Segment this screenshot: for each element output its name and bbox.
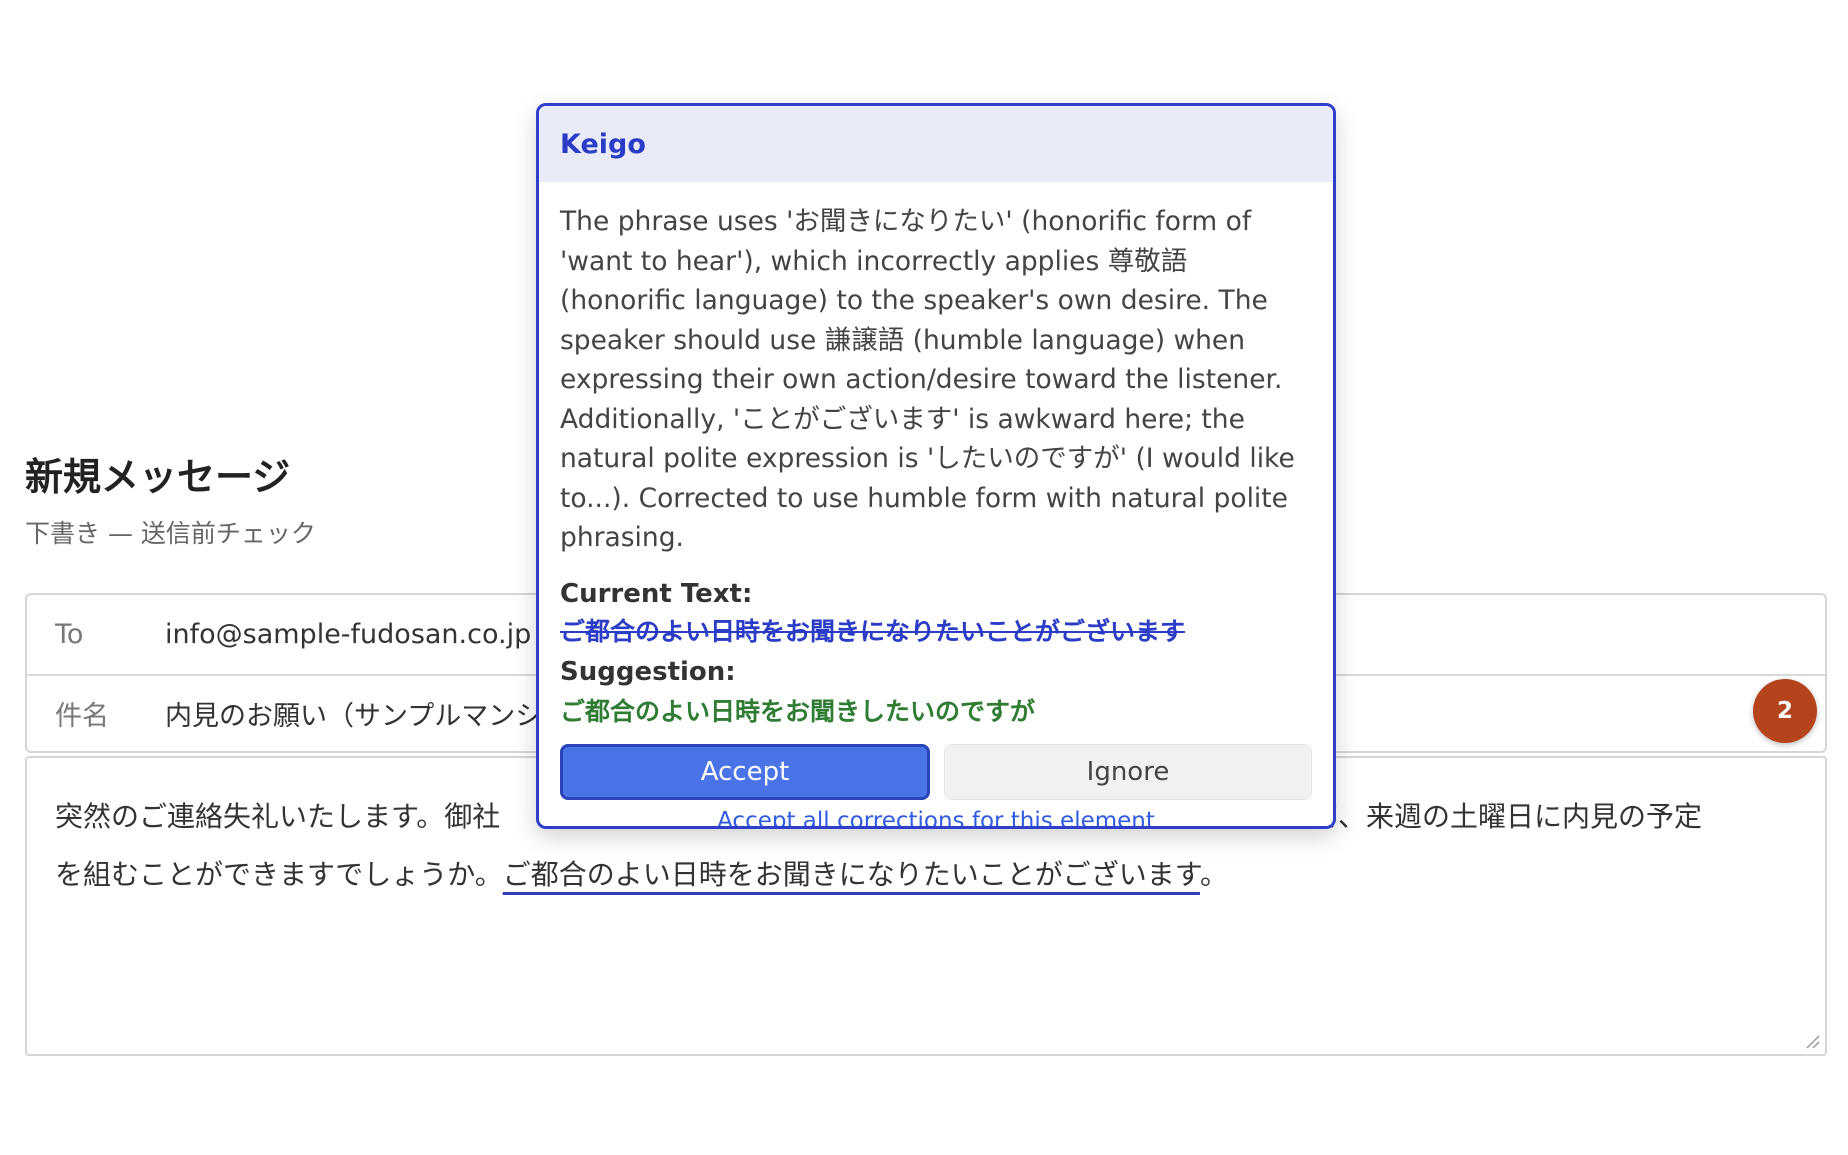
issue-count-badge[interactable]: 2 xyxy=(1753,679,1817,743)
suggestion-label: Suggestion: xyxy=(560,656,736,687)
popup-title: Keigo xyxy=(539,106,1333,182)
subject-label: 件名 xyxy=(55,701,109,732)
subject-input[interactable]: 内見のお願い（サンプルマンシ xyxy=(165,694,542,733)
email-compose-page: 新規メッセージ 下書き — 送信前チェック To info@sample-fud… xyxy=(0,0,1848,1155)
page-title: 新規メッセージ xyxy=(25,455,291,499)
current-text-value: ご都合のよい日時をお聞きになりたいことがございます xyxy=(560,616,1186,646)
popup-explanation: The phrase uses 'お聞きになりたい' (honorific fo… xyxy=(560,206,1295,553)
to-label: To xyxy=(55,619,84,650)
popup-body: The phrase uses 'お聞きになりたい' (honorific fo… xyxy=(539,182,1333,827)
keigo-suggestion-popup: Keigo The phrase uses 'お聞きになりたい' (honori… xyxy=(536,103,1336,829)
to-input[interactable]: info@sample-fudosan.co.jp xyxy=(165,619,531,650)
accept-all-link[interactable]: Accept all corrections for this element xyxy=(560,808,1312,827)
popup-actions: Accept Ignore xyxy=(560,743,1312,800)
ignore-button[interactable]: Ignore xyxy=(944,743,1312,800)
page-subtitle: 下書き — 送信前チェック xyxy=(25,519,316,548)
current-text-label: Current Text: xyxy=(560,578,753,609)
accept-button[interactable]: Accept xyxy=(560,743,930,800)
resize-handle-icon[interactable] xyxy=(1805,1034,1821,1050)
suggestion-value: ご都合のよい日時をお聞きしたいのですが xyxy=(560,696,1036,726)
flagged-phrase[interactable]: ご都合のよい日時をお聞きになりたいことがございます xyxy=(503,858,1200,891)
